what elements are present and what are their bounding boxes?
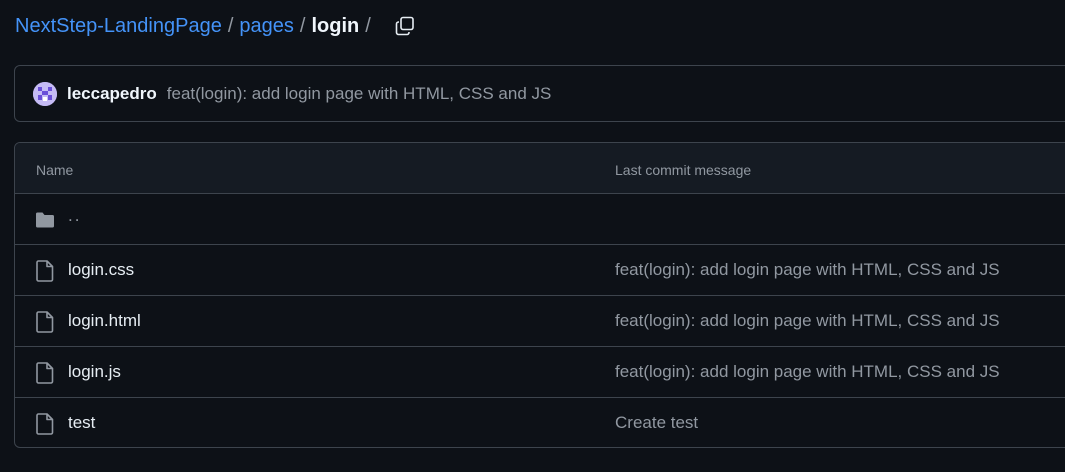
commit-message-link[interactable]: feat(login): add login page with HTML, C… — [615, 260, 1000, 280]
file-icon — [36, 311, 54, 333]
commit-author-link[interactable]: leccapedro — [67, 84, 157, 104]
column-header-name: Name — [36, 162, 74, 178]
parent-directory-label[interactable]: .. — [68, 206, 81, 226]
file-name-link[interactable]: test — [68, 413, 95, 433]
file-name-link[interactable]: login.html — [68, 311, 141, 331]
table-header: Name Last commit message — [15, 143, 1065, 194]
column-header-last-commit: Last commit message — [615, 162, 752, 178]
commit-message-link[interactable]: feat(login): add login page with HTML, C… — [615, 311, 1000, 331]
parent-directory-row[interactable]: .. — [15, 194, 1065, 245]
table-row[interactable]: login.css feat(login): add login page wi… — [15, 245, 1065, 296]
breadcrumb-separator: / — [227, 15, 234, 37]
file-icon — [36, 413, 54, 435]
breadcrumb: NextStep-LandingPage / pages / login / — [15, 13, 417, 39]
latest-commit-box: leccapedro feat(login): add login page w… — [14, 65, 1065, 122]
identicon-icon — [33, 81, 57, 106]
avatar[interactable] — [33, 81, 57, 106]
breadcrumb-separator: / — [365, 15, 371, 37]
copy-path-button[interactable] — [393, 14, 417, 38]
file-icon — [36, 362, 54, 384]
commit-message-link[interactable]: feat(login): add login page with HTML, C… — [167, 84, 552, 104]
table-row[interactable]: test Create test — [15, 398, 1065, 447]
table-row[interactable]: login.js feat(login): add login page wit… — [15, 347, 1065, 398]
file-table: Name Last commit message .. login.css fe… — [14, 142, 1065, 448]
file-name-link[interactable]: login.js — [68, 362, 121, 382]
breadcrumb-separator: / — [299, 15, 306, 37]
breadcrumb-repo-link[interactable]: NextStep-LandingPage — [15, 13, 222, 39]
commit-message-link[interactable]: feat(login): add login page with HTML, C… — [615, 362, 1000, 382]
folder-icon — [36, 212, 54, 228]
breadcrumb-current: login — [311, 15, 360, 37]
table-row[interactable]: login.html feat(login): add login page w… — [15, 296, 1065, 347]
file-name-link[interactable]: login.css — [68, 260, 134, 280]
breadcrumb-folder-link[interactable]: pages — [239, 13, 294, 39]
commit-message-link[interactable]: Create test — [615, 413, 698, 433]
copy-icon — [395, 16, 414, 36]
file-icon — [36, 260, 54, 282]
